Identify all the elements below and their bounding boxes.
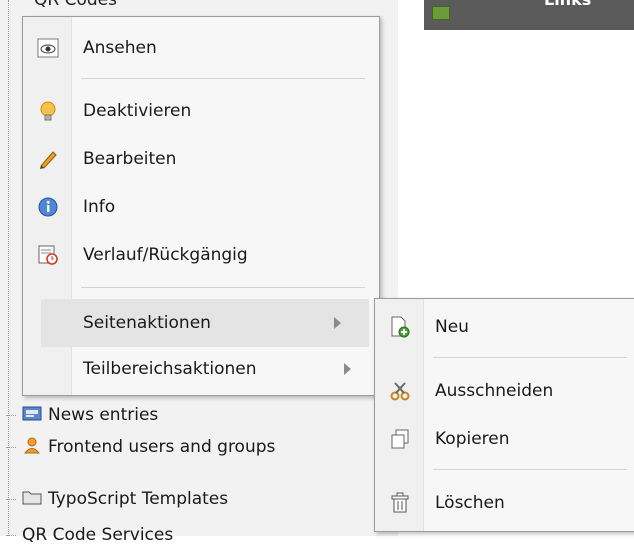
- submenu-item-ausschneiden[interactable]: Ausschneiden: [375, 367, 634, 415]
- tree-item-news-entries[interactable]: News entries: [6, 400, 158, 430]
- menu-item-bearbeiten[interactable]: Bearbeiten: [23, 135, 379, 183]
- tree-item-label: QR Code Services: [22, 525, 174, 545]
- menu-separator: [433, 357, 627, 358]
- menu-item-label: Teilbereichsaktionen: [83, 359, 257, 379]
- news-icon: [22, 404, 42, 427]
- menu-item-label: Neu: [435, 317, 469, 337]
- tree-item-label: News entries: [48, 405, 159, 425]
- menu-item-label: Deaktivieren: [83, 101, 192, 121]
- submenu-arrow-icon: [334, 317, 341, 329]
- lightbulb-icon: [37, 100, 59, 122]
- tree-item-qr-codes-label[interactable]: QR Codes: [34, 0, 117, 10]
- history-icon: [37, 244, 59, 266]
- tree-item-label: Frontend users and groups: [48, 437, 276, 457]
- menu-item-ansehen[interactable]: Ansehen: [23, 24, 379, 72]
- folder-icon: [22, 489, 42, 510]
- menu-item-verlauf[interactable]: Verlauf/Rückgängig: [23, 231, 379, 279]
- scissors-icon: [389, 380, 411, 402]
- tree-connector: [6, 534, 16, 536]
- menu-item-label: Bearbeiten: [83, 149, 177, 169]
- submenu-item-loeschen[interactable]: Löschen: [375, 479, 634, 527]
- view-icon: [37, 37, 59, 59]
- tree-connector: [6, 414, 16, 416]
- menu-item-info[interactable]: Info: [23, 183, 379, 231]
- new-page-icon: [389, 316, 411, 338]
- menu-item-label: Verlauf/Rückgängig: [83, 245, 248, 265]
- menu-separator: [81, 78, 365, 79]
- context-menu: Ansehen Deaktivieren Bearbeiten Info Ver…: [22, 16, 380, 396]
- tree-connector: [6, 498, 16, 500]
- info-icon: [37, 196, 59, 218]
- pencil-icon: [37, 148, 59, 170]
- menu-item-label: Seitenaktionen: [83, 313, 211, 333]
- menu-item-label: Löschen: [435, 493, 505, 513]
- menu-item-seitenaktionen[interactable]: Seitenaktionen: [41, 299, 369, 347]
- tree-connector: [6, 446, 16, 448]
- trash-icon: [389, 492, 411, 514]
- menu-item-label: Kopieren: [435, 429, 510, 449]
- menu-item-label: Ansehen: [83, 38, 157, 58]
- menu-item-deaktivieren[interactable]: Deaktivieren: [23, 87, 379, 135]
- menu-item-label: Info: [83, 197, 116, 217]
- tree-item-typoscript-templates[interactable]: TypoScript Templates: [6, 484, 228, 514]
- links-header: Links: [424, 0, 634, 30]
- links-header-label: Links: [544, 0, 591, 9]
- tree-item-label: TypoScript Templates: [48, 489, 229, 509]
- submenu-item-neu[interactable]: Neu: [375, 303, 634, 351]
- tree-item-frontend-users[interactable]: Frontend users and groups: [6, 432, 275, 462]
- users-icon: [22, 436, 42, 459]
- submenu-item-kopieren[interactable]: Kopieren: [375, 415, 634, 463]
- submenu-arrow-icon: [344, 363, 351, 375]
- copy-icon: [389, 428, 411, 450]
- menu-separator: [81, 287, 365, 288]
- menu-item-label: Ausschneiden: [435, 381, 554, 401]
- menu-item-teilbereichsaktionen[interactable]: Teilbereichsaktionen: [23, 345, 379, 393]
- tree-item-qr-code-services[interactable]: QR Code Services: [6, 520, 173, 550]
- submenu: Neu Ausschneiden Kopieren Löschen: [374, 298, 634, 532]
- add-record-icon[interactable]: [432, 6, 450, 20]
- menu-separator: [433, 469, 627, 470]
